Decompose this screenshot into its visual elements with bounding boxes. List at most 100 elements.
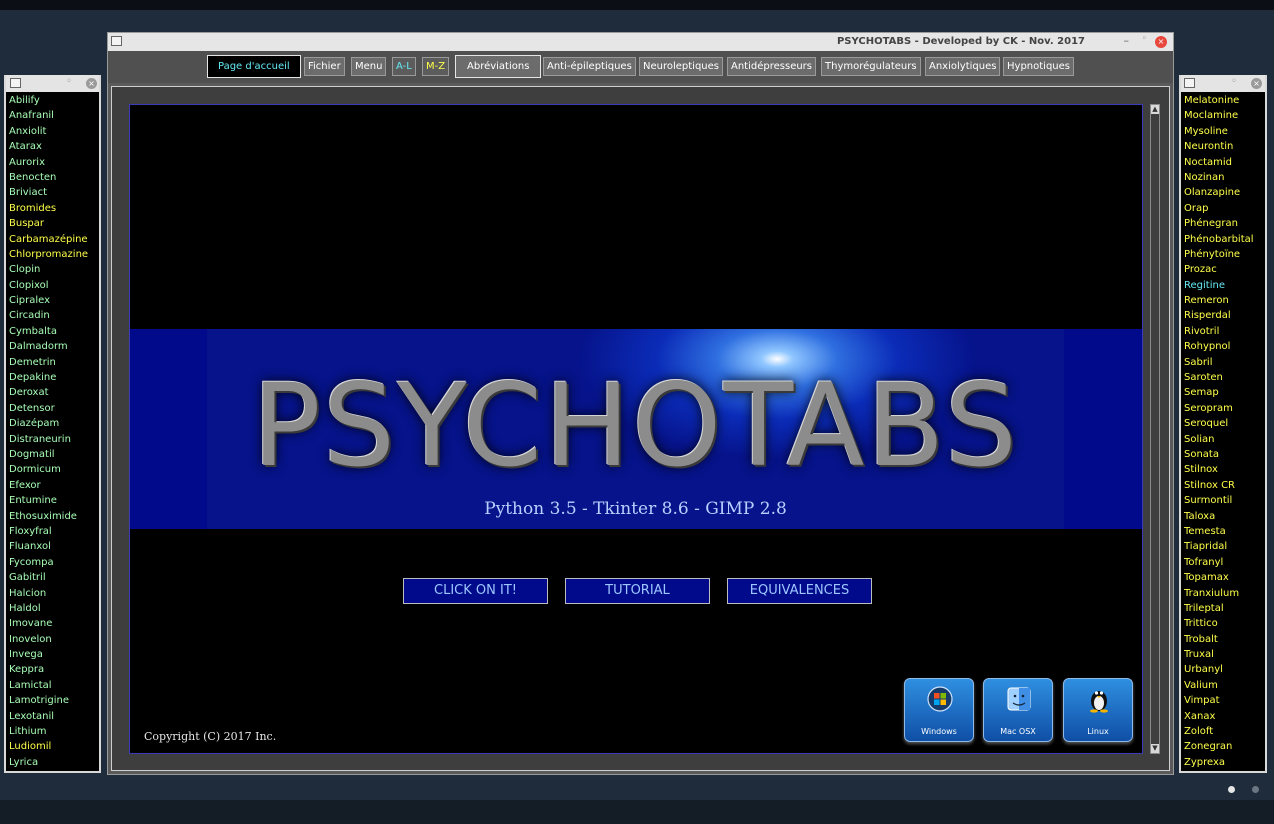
drug-list-item[interactable]: Demetrin [9,355,99,370]
vertical-scrollbar[interactable]: ▲ ▼ [1150,104,1160,754]
drug-list-item[interactable]: Dormicum [9,462,99,477]
drug-list-item[interactable]: Trittico [1184,616,1265,631]
drug-list-item[interactable]: Ludiomil [9,739,99,754]
drug-list-item[interactable]: Cymbalta [9,324,99,339]
m-z-button[interactable]: M-Z [422,57,450,76]
drug-list-item[interactable]: Lamictal [9,678,99,693]
drug-list-item[interactable]: Keppra [9,662,99,677]
minimize-icon[interactable]: – [1124,34,1130,47]
drug-list-item[interactable]: Lamotrigine [9,693,99,708]
drug-list-item[interactable]: Dogmatil [9,447,99,462]
drug-list-item[interactable]: Tranxiulum [1184,586,1265,601]
drug-list-item[interactable]: Temesta [1184,524,1265,539]
drug-list-item[interactable]: Cipralex [9,293,99,308]
drug-list-item[interactable]: Lexotanil [9,709,99,724]
scroll-up-icon[interactable]: ▲ [1151,105,1159,114]
drug-list-item[interactable]: Semap [1184,385,1265,400]
drug-list-item[interactable]: Anafranil [9,108,99,123]
drug-list-item[interactable]: Invega [9,647,99,662]
drug-list-item[interactable]: Atarax [9,139,99,154]
close-icon[interactable]: × [86,78,97,89]
drug-list-item[interactable]: Abilify [9,93,99,108]
main-titlebar[interactable]: PSYCHOTABS - Developed by CK - Nov. 2017… [108,33,1173,51]
drug-list-item[interactable]: Neurontin [1184,139,1265,154]
drug-list-item[interactable]: Clopin [9,262,99,277]
drug-list-item[interactable]: Distraneurin [9,432,99,447]
drug-list-item[interactable]: Detensor [9,401,99,416]
drug-list-item[interactable]: Valium [1184,678,1265,693]
drug-list-item[interactable]: Aurorix [9,155,99,170]
drug-list-item[interactable]: Taloxa [1184,509,1265,524]
drug-list-item[interactable]: Benocten [9,170,99,185]
drug-list-item[interactable]: Depakine [9,370,99,385]
window-menu-icon[interactable] [111,36,122,46]
drug-list-item[interactable]: Seroquel [1184,416,1265,431]
drug-list-item[interactable]: Phénobarbital [1184,232,1265,247]
equivalences-button[interactable]: EQUIVALENCES [727,578,872,604]
drug-list-item[interactable]: Zyprexa [1184,755,1265,770]
anxiolytiques-button[interactable]: Anxiolytiques [925,57,1001,76]
drug-list-item[interactable]: Stilnox [1184,462,1265,477]
pin-icon[interactable]: ◦ [1231,76,1237,87]
pin-icon[interactable]: ◦ [66,76,72,87]
drug-list-item[interactable]: Fycompa [9,555,99,570]
home-button[interactable]: Page d'accueil [207,55,301,78]
drug-list-item[interactable]: Efexor [9,478,99,493]
drug-list-item[interactable]: Mysoline [1184,124,1265,139]
drug-list-item[interactable]: Inovelon [9,632,99,647]
drug-list-item[interactable]: Seropram [1184,401,1265,416]
fichier-button[interactable]: Fichier [304,57,345,76]
drug-list-item[interactable]: Trobalt [1184,632,1265,647]
click-on-it-button[interactable]: CLICK ON IT! [403,578,548,604]
drug-list-item[interactable]: Truxal [1184,647,1265,662]
close-icon[interactable]: × [1155,36,1167,48]
window-menu-icon[interactable] [10,78,21,88]
page-indicator-dot[interactable] [1228,786,1235,793]
drug-list-item[interactable]: Tiapridal [1184,539,1265,554]
menu-button[interactable]: Menu [351,57,387,76]
drug-list-item[interactable]: Diazépam [9,416,99,431]
drug-list-item[interactable]: Regitine [1184,278,1265,293]
drug-list-item[interactable]: Halcion [9,586,99,601]
drug-list-item[interactable]: Circadin [9,308,99,323]
drug-list-item[interactable]: Phénytoïne [1184,247,1265,262]
drug-list-item[interactable]: Rivotril [1184,324,1265,339]
drug-list-item[interactable]: Phénegran [1184,216,1265,231]
drug-list-item[interactable]: Xanax [1184,709,1265,724]
right-list-titlebar[interactable]: ◦ × [1181,75,1265,92]
drug-list-item[interactable]: Surmontil [1184,493,1265,508]
drug-list-item[interactable]: Sonata [1184,447,1265,462]
pin-icon[interactable]: ◦ [1142,34,1147,44]
drug-list-item[interactable]: Haldol [9,601,99,616]
hypnotiques-button[interactable]: Hypnotiques [1003,57,1074,76]
drug-list-item[interactable]: Orap [1184,201,1265,216]
drug-list-item[interactable]: Ethosuximide [9,509,99,524]
drug-list-item[interactable]: Trileptal [1184,601,1265,616]
drug-list-item[interactable]: Rohypnol [1184,339,1265,354]
drug-list-item[interactable]: Stilnox CR [1184,478,1265,493]
close-icon[interactable]: × [1251,78,1262,89]
drug-list-item[interactable]: Carbamazépine [9,232,99,247]
drug-list-item[interactable]: Remeron [1184,293,1265,308]
antidepresseurs-button[interactable]: Antidépresseurs [727,57,817,76]
drug-list-item[interactable]: Vimpat [1184,693,1265,708]
drug-list-item[interactable]: Imovane [9,616,99,631]
mac-osx-button[interactable]: Mac OSX [983,678,1053,742]
anti-epileptiques-button[interactable]: Anti-épileptiques [543,57,636,76]
page-indicator-dot[interactable] [1252,786,1259,793]
drug-list-item[interactable]: Saroten [1184,370,1265,385]
drug-list-item[interactable]: Anxiolit [9,124,99,139]
abreviations-button[interactable]: Abréviations [455,55,542,78]
drug-list-item[interactable]: Floxyfral [9,524,99,539]
drug-list-item[interactable]: Lithium [9,724,99,739]
drug-list-item[interactable]: Dalmadorm [9,339,99,354]
thymoregulateurs-button[interactable]: Thymorégulateurs [821,57,921,76]
drug-list-item[interactable]: Buspar [9,216,99,231]
drug-list-item[interactable]: Nozinan [1184,170,1265,185]
drug-list-item[interactable]: Urbanyl [1184,662,1265,677]
drug-list-item[interactable]: Noctamid [1184,155,1265,170]
windows-button[interactable]: Windows [904,678,974,742]
drug-list-item[interactable]: Deroxat [9,385,99,400]
drug-list-item[interactable]: Zoloft [1184,724,1265,739]
scroll-down-icon[interactable]: ▼ [1151,744,1159,753]
